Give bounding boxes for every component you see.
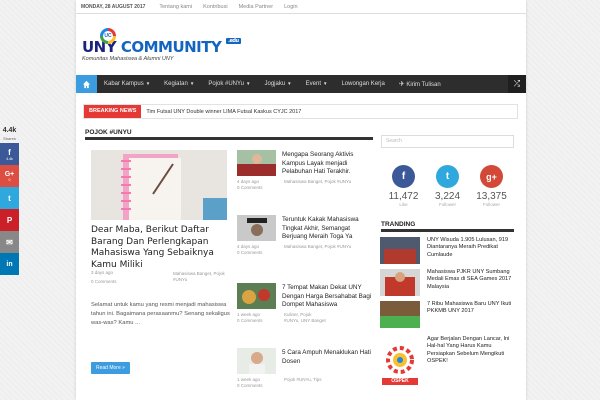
post-comments: 0 Comments [91,278,117,284]
googleplus-icon: G+ [4,170,15,178]
nav-event[interactable]: Event ▼ [299,81,335,87]
facebook-icon: f [392,165,415,188]
nav-kegiatan[interactable]: Kegiatan ▼ [157,81,201,87]
post-meta: 4 days ago Mahasiswa Banget, Pojok #UNYu 0… [237,244,352,255]
post-thumbnail[interactable] [237,283,276,309]
tranding-title: TRANDING [381,221,514,232]
post-meta: 1 week ago Pojok #UNYu, Tips 0 Comments [237,377,322,388]
nav-pojok-unyu[interactable]: Pojok #UNYu ▼ [201,81,257,87]
shuffle-icon: ⤮ [513,79,521,88]
googleplus-counter[interactable]: g+ 13,375 Follower [469,165,514,207]
notebook-image [91,150,227,220]
breaking-news-ticker: BREAKING NEWS Tim Futsal UNY Double winn… [83,104,518,119]
featured-post-excerpt: Selamat untuk kamu yang resmi menjadi ma… [91,302,230,326]
logo-mark-icon: UC [100,28,116,44]
trend-title: 7 Ribu Mahasiswa Baru UNY Ikuti PKKMB UN… [427,301,512,315]
post-thumbnail[interactable] [237,215,276,241]
breaking-news-headline[interactable]: Tim Futsal UNY Double winner LIMA Futsal… [141,109,301,115]
main-nav: Kabar Kampus ▼ Kegiatan ▼ Pojok #UNYu ▼ Jog… [76,75,526,93]
post-meta: 4 days ago Mahasiswa Banget, Pojok #UNYu 0… [237,179,352,190]
facebook-share-button[interactable]: f 4.4k [0,143,19,165]
post-title[interactable]: 5 Cara Ampuh Menaklukan Hati Dosen [282,349,372,366]
top-bar: MONDAY, 28 AUGUST 2017 Tentang kami Kont… [76,0,526,14]
post-title[interactable]: Teruntuk Kakak Mahasiswa Tingkat Akhir, … [282,216,372,242]
share-bar: 4.4k Shares f 4.4k G+ 0 t P ✉ in [0,125,19,275]
email-icon: ✉ [6,237,13,247]
list-item[interactable]: Mengapa Seorang Aktivis Kampus Layak men… [237,150,372,196]
ospek-thumbnail: OSPEK [380,336,420,386]
trend-thumbnail [380,237,420,264]
post-date: 3 days ago [91,270,114,275]
post-thumbnail[interactable] [237,348,276,374]
trend-title: Mahasiswa PJKR UNY Sumbang Medali Emas d… [427,269,512,290]
site-header: UC UNY COMMUNITY .edu Komunitas Mahasisw… [76,14,526,75]
trend-thumbnail [380,269,420,296]
linkedin-icon: in [6,260,13,268]
home-icon [82,80,91,88]
site-logo[interactable]: UC UNY COMMUNITY .edu Komunitas Mahasisw… [82,28,241,62]
featured-post-meta: 3 days ago 0 Comments [91,270,161,284]
link-login[interactable]: Login [284,4,297,10]
pinterest-share-button[interactable]: P [0,209,19,231]
trend-title: UNY Wisuda 1.905 Lulusan, 919 Diantarany… [427,237,509,258]
logo-tagline: Komunitas Mahasiswa & Alumni UNY [82,56,174,62]
featured-post-categories[interactable]: Mahasiswa Banget, Pojok #UNYu [173,271,225,282]
nav-kirim-tulisan[interactable]: ✈ Kirim Tulisan [392,80,448,88]
nav-jogjaku[interactable]: Jogjaku ▼ [257,81,298,87]
page-container: MONDAY, 28 AUGUST 2017 Tentang kami Kont… [76,0,526,400]
twitter-icon: t [436,165,459,188]
link-media-partner[interactable]: Media Partner [239,4,274,10]
email-share-button[interactable]: ✉ [0,231,19,253]
search-input[interactable]: Search [381,135,514,148]
current-date: MONDAY, 28 AUGUST 2017 [81,3,146,10]
trend-title: Agar Berjalan Dengan Lancar, Ini Hal-hal… [427,336,510,364]
list-item[interactable]: Mahasiswa PJKR UNY Sumbang Medali Emas d… [380,269,516,305]
googleplus-share-button[interactable]: G+ 0 [0,165,19,187]
post-title[interactable]: 7 Tempat Makan Dekat UNY Dengan Harga Be… [282,284,372,310]
trend-thumbnail [380,301,420,328]
section-title: POJOK #UNYU [85,129,373,140]
read-more-button[interactable]: Read More » [91,362,130,374]
link-tentang-kami[interactable]: Tentang kami [159,4,192,10]
googleplus-icon: g+ [480,165,503,188]
linkedin-share-button[interactable]: in [0,253,19,275]
nav-kabar-kampus[interactable]: Kabar Kampus ▼ [97,81,157,87]
link-kontribusi[interactable]: Kontribusi [203,4,227,10]
nav-lowongan-kerja[interactable]: Lowongan Kerja [334,81,391,87]
featured-post-image[interactable] [91,150,227,220]
list-item[interactable]: 7 Tempat Makan Dekat UNY Dengan Harga Be… [237,283,372,329]
list-item[interactable]: UNY Wisuda 1.905 Lulusan, 919 Diantarany… [380,237,516,273]
post-title[interactable]: Mengapa Seorang Aktivis Kampus Layak men… [282,151,372,177]
twitter-counter[interactable]: t 3,224 Follower [425,165,470,207]
twitter-icon: t [8,193,11,203]
twitter-share-button[interactable]: t [0,187,19,209]
post-thumbnail[interactable] [237,150,276,176]
featured-post-title[interactable]: Dear Maba, Berikut Daftar Barang Dan Per… [91,225,231,271]
shuffle-button[interactable]: ⤮ [508,75,526,93]
pinterest-icon: P [6,215,13,225]
facebook-icon: f [8,147,11,157]
breaking-news-label: BREAKING NEWS [84,105,142,118]
list-item[interactable]: Teruntuk Kakak Mahasiswa Tingkat Akhir, … [237,215,372,261]
post-meta: 1 week ago Kuliner, Pojok #UNYu, UNY Bang… [237,312,326,323]
share-count: 4.4k Shares [2,127,17,141]
facebook-counter[interactable]: f 11,472 Like [381,165,426,207]
list-item[interactable]: 7 Ribu Mahasiswa Baru UNY Ikuti PKKMB UN… [380,301,516,337]
list-item[interactable]: OSPEK Agar Berjalan Dengan Lancar, Ini H… [380,336,516,396]
list-item[interactable]: 5 Cara Ampuh Menaklukan Hati Dosen 1 wee… [237,348,372,394]
home-button[interactable] [76,75,97,93]
